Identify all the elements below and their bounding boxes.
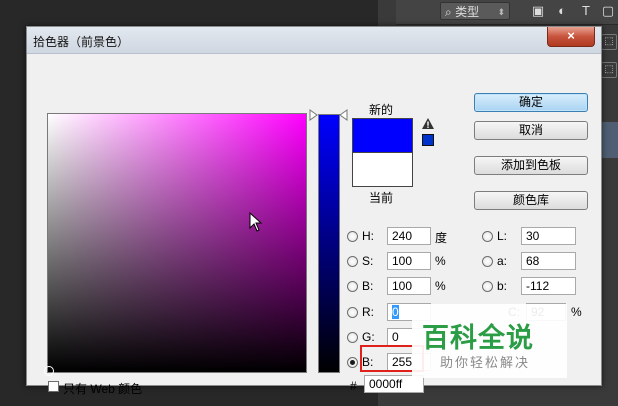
current-color-label: 当前 [369, 191, 394, 205]
a-input[interactable]: 68 [521, 252, 576, 270]
shape-filter-icon[interactable]: ▢ [600, 3, 616, 19]
c-unit: % [571, 305, 582, 319]
h-input[interactable]: 240 [387, 227, 431, 245]
current-color-swatch[interactable] [352, 152, 413, 187]
selected-layer-strip [600, 122, 618, 158]
watermark-subtitle: 助你轻松解决 [440, 355, 531, 370]
color-slider[interactable] [318, 114, 340, 373]
new-color-swatch [352, 118, 413, 153]
slider-left-arrow-outline [309, 109, 318, 121]
color-field-marker[interactable] [44, 366, 54, 376]
a-radio[interactable] [482, 256, 493, 267]
lab-b-input[interactable]: -112 [521, 277, 576, 295]
a-label: a: [497, 254, 508, 268]
adjustment-filter-icon[interactable]: ◐ [554, 3, 570, 19]
brightness-unit: % [435, 279, 446, 293]
web-colors-only-checkbox[interactable] [48, 381, 59, 392]
close-icon: × [567, 28, 575, 43]
type-filter-icon[interactable]: T [578, 3, 594, 19]
panel-icon-2[interactable]: ⬚ [601, 62, 617, 78]
brightness-input[interactable]: 100 [387, 277, 431, 295]
ok-button[interactable]: 确定 [474, 93, 588, 112]
dialog-titlebar[interactable]: 拾色器（前景色） × [27, 27, 601, 54]
layer-filter-kind-label: 类型 [455, 5, 480, 19]
lab-b-radio[interactable] [482, 281, 493, 292]
l-input[interactable]: 30 [521, 227, 576, 245]
dialog-title: 拾色器（前景色） [33, 35, 130, 49]
g-radio[interactable] [347, 332, 358, 343]
panel-icon-1[interactable]: ⬚ [601, 34, 617, 50]
not-web-safe-swatch-icon[interactable] [422, 134, 434, 146]
lab-b-label: b: [497, 279, 508, 293]
l-label: L: [497, 229, 508, 243]
color-libraries-button[interactable]: 颜色库 [474, 191, 588, 210]
s-label: S: [362, 254, 374, 268]
r-label: R: [362, 305, 374, 319]
image-filter-icon[interactable]: ▣ [530, 3, 546, 19]
watermark: 百科全说 助你轻松解决 [412, 304, 567, 378]
h-radio[interactable] [347, 231, 358, 242]
search-icon: ⌕ [445, 5, 452, 19]
watermark-title: 百科全说 [422, 323, 534, 353]
r-radio[interactable] [347, 307, 358, 318]
web-colors-only-label: 只有 Web 颜色 [63, 382, 143, 396]
s-unit: % [435, 254, 446, 268]
mouse-pointer-icon [249, 212, 263, 232]
hex-prefix: # [350, 379, 357, 393]
l-radio[interactable] [482, 231, 493, 242]
out-of-gamut-warning-icon[interactable] [422, 118, 434, 130]
brightness-radio[interactable] [347, 281, 358, 292]
blue-radio[interactable] [347, 357, 358, 368]
color-field-frame [47, 113, 307, 373]
s-radio[interactable] [347, 256, 358, 267]
layer-filter-kind-select[interactable]: ⌕ 类型 ⬍ [440, 2, 510, 20]
cancel-button[interactable]: 取消 [474, 121, 588, 140]
slider-right-arrow-outline [339, 109, 348, 121]
r-input-value: 0 [392, 305, 399, 319]
brightness-label: B: [362, 279, 374, 293]
h-label: H: [362, 229, 374, 243]
new-color-label: 新的 [369, 103, 394, 117]
add-to-swatches-button[interactable]: 添加到色板 [474, 156, 588, 175]
updown-icon: ⬍ [497, 7, 505, 17]
close-button[interactable]: × [547, 27, 595, 47]
s-input[interactable]: 100 [387, 252, 431, 270]
g-label: G: [362, 330, 375, 344]
h-unit: 度 [435, 231, 448, 245]
